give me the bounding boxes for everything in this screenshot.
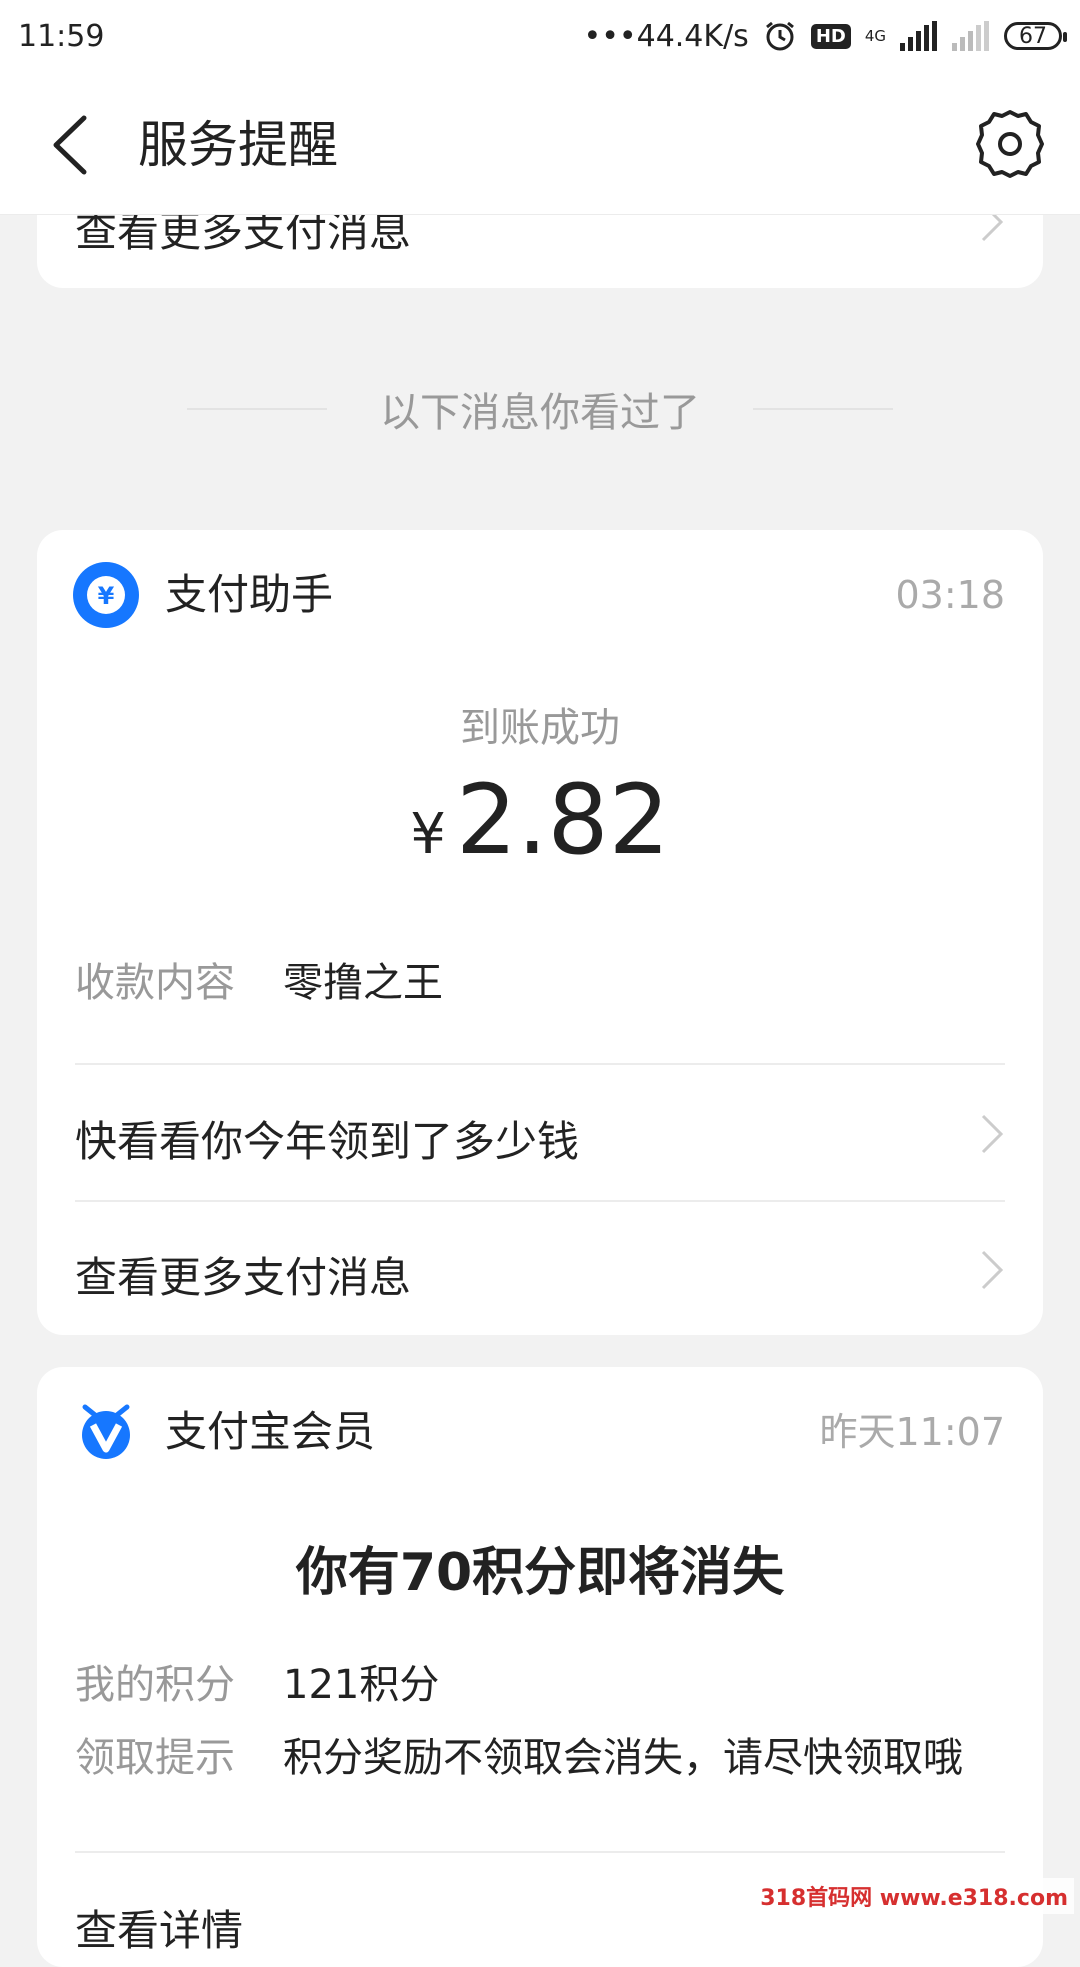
yearly-earnings-link[interactable]: 快看看你今年领到了多少钱 bbox=[75, 1108, 579, 1169]
payment-status: 到账成功 bbox=[460, 705, 620, 751]
site-watermark: 318首码网 www.e318.com bbox=[754, 1878, 1074, 1914]
app-name: 支付助手 bbox=[165, 570, 334, 619]
payment-message-card[interactable]: ¥ 支付助手 03:18 到账成功 ¥2.82 收款内容 零撸之王 快看看你今年… bbox=[37, 530, 1043, 1335]
battery-icon: 67 bbox=[1004, 22, 1067, 50]
app-name: 支付宝会员 bbox=[165, 1407, 376, 1456]
content-value: 零撸之王 bbox=[283, 960, 443, 1006]
amount-value: 2.82 bbox=[455, 764, 670, 876]
divider bbox=[75, 1063, 1005, 1065]
read-messages-divider: 以下消息你看过了 bbox=[380, 390, 700, 436]
message-time: 03:18 bbox=[895, 573, 1005, 617]
payment-assistant-icon: ¥ bbox=[73, 562, 139, 628]
chevron-right-icon bbox=[981, 1250, 1004, 1290]
back-icon[interactable] bbox=[46, 112, 96, 178]
payment-amount: ¥2.82 bbox=[37, 765, 1043, 903]
tip-value: 积分奖励不领取会消失，请尽快领取哦 bbox=[283, 1735, 963, 1781]
divider bbox=[75, 1851, 1005, 1853]
divider-line-right bbox=[753, 408, 893, 410]
chevron-right-icon bbox=[981, 1114, 1004, 1154]
status-time: 11:59 bbox=[18, 18, 105, 54]
points-label: 我的积分 bbox=[75, 1662, 235, 1708]
points-value: 121积分 bbox=[283, 1662, 440, 1708]
network-type: 4G bbox=[864, 27, 886, 45]
status-bar: 11:59 •••44.4K/s HD 4G 67 bbox=[0, 0, 1080, 72]
currency-symbol: ¥ bbox=[410, 802, 446, 867]
network-speed: •••44.4K/s bbox=[583, 18, 749, 54]
member-message-card[interactable]: 支付宝会员 昨天11:07 你有70积分即将消失 我的积分 121积分 领取提示… bbox=[37, 1367, 1043, 1967]
alipay-member-icon bbox=[82, 1404, 130, 1459]
content-label: 收款内容 bbox=[75, 960, 235, 1006]
title-bar: 服务提醒 bbox=[0, 72, 1080, 215]
points-expiry-headline: 你有70积分即将消失 bbox=[295, 1543, 785, 1603]
message-time: 昨天11:07 bbox=[819, 1410, 1005, 1454]
network-type-label: 4G bbox=[864, 27, 886, 45]
battery-level: 67 bbox=[1019, 23, 1047, 49]
svg-text:¥: ¥ bbox=[98, 582, 115, 610]
view-details-link[interactable]: 查看详情 bbox=[75, 1897, 243, 1958]
page-title: 服务提醒 bbox=[138, 116, 338, 174]
alarm-icon bbox=[765, 21, 794, 51]
gear-icon[interactable] bbox=[974, 108, 1046, 180]
signal-icon bbox=[900, 21, 937, 51]
hd-badge: HD bbox=[810, 23, 851, 49]
status-icons: •••44.4K/s HD 4G 67 bbox=[583, 18, 1067, 54]
tip-label: 领取提示 bbox=[75, 1735, 235, 1781]
divider bbox=[75, 1200, 1005, 1202]
more-payment-messages-link[interactable]: 查看更多支付消息 bbox=[75, 1244, 411, 1305]
signal-weak-icon bbox=[952, 21, 989, 51]
